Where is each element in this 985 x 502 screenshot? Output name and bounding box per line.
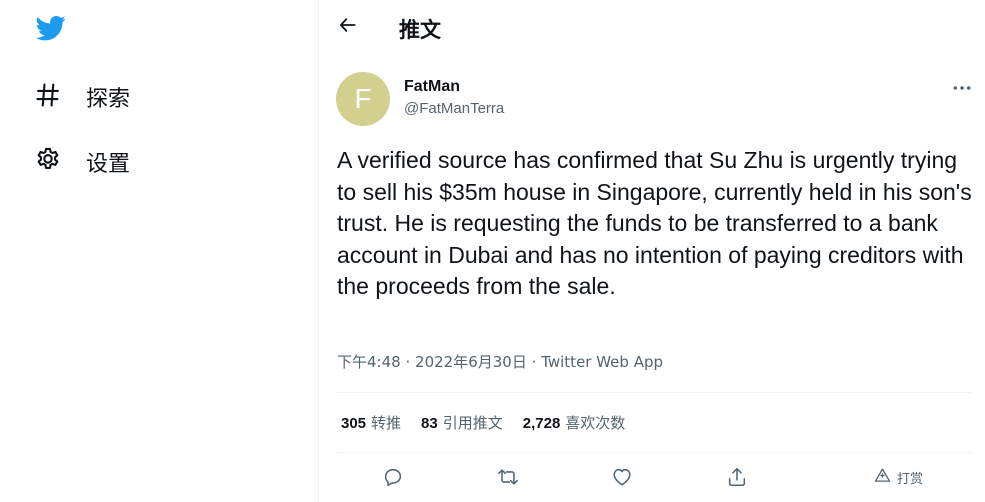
- sidebar-item-label: 探索: [86, 87, 131, 112]
- sidebar-item-label: 设置: [86, 152, 131, 177]
- avatar-letter: F: [354, 83, 372, 114]
- reply-button[interactable]: [376, 462, 410, 496]
- hashtag-icon: [34, 81, 62, 114]
- back-button[interactable]: [335, 14, 361, 40]
- avatar[interactable]: F: [336, 72, 390, 126]
- stat-count: 305: [341, 415, 367, 432]
- page-title: 推文: [399, 18, 441, 42]
- reply-icon: [382, 466, 404, 493]
- main-column: 推文 F FatMan @FatManTerra A verified sour…: [319, 0, 985, 502]
- stat-label: 引用推文: [442, 414, 503, 432]
- divider: [337, 452, 973, 453]
- gear-icon: [34, 146, 62, 179]
- sidebar-item-explore[interactable]: 探索: [34, 77, 130, 117]
- tip-label: 打赏: [897, 472, 924, 487]
- share-button[interactable]: [720, 462, 754, 496]
- tweet-meta: 下午4:48 · 2022年6月30日 · Twitter Web App: [337, 351, 663, 372]
- sidebar: 探索 设置: [0, 0, 318, 502]
- meta-separator: ·: [531, 353, 537, 371]
- tweet-text: A verified source has confirmed that Su …: [337, 147, 972, 300]
- meta-separator: ·: [405, 353, 411, 371]
- more-button[interactable]: [949, 78, 975, 96]
- sidebar-item-settings[interactable]: 设置: [34, 142, 130, 182]
- retweet-icon: [497, 466, 519, 493]
- tweet-date[interactable]: 2022年6月30日: [415, 353, 527, 371]
- arrow-left-icon: [338, 15, 358, 40]
- divider: [337, 392, 973, 393]
- tweet-time[interactable]: 下午4:48: [337, 353, 401, 371]
- tip-icon: [874, 467, 897, 488]
- page-header: 推文: [319, 0, 985, 56]
- stat-retweets[interactable]: 305 转推: [341, 412, 401, 433]
- share-icon: [726, 466, 748, 493]
- retweet-button[interactable]: [491, 462, 525, 496]
- tip-button[interactable]: 打赏: [874, 467, 923, 488]
- author-name[interactable]: FatMan: [404, 78, 460, 96]
- more-horizontal-icon: [953, 78, 971, 96]
- stat-count: 2,728: [522, 415, 561, 432]
- tweet-source[interactable]: Twitter Web App: [541, 353, 663, 371]
- heart-icon: [611, 466, 633, 493]
- author-handle[interactable]: @FatManTerra: [404, 100, 504, 117]
- tweet-stats: 305 转推 83 引用推文 2,728 喜欢次数: [341, 412, 645, 433]
- twitter-bird-icon[interactable]: [34, 13, 68, 43]
- stat-likes[interactable]: 2,728 喜欢次数: [523, 412, 626, 433]
- stat-quotes[interactable]: 83 引用推文: [421, 412, 503, 433]
- stat-label: 喜欢次数: [565, 414, 626, 432]
- stat-count: 83: [421, 415, 438, 432]
- stat-label: 转推: [371, 414, 402, 432]
- like-button[interactable]: [605, 462, 639, 496]
